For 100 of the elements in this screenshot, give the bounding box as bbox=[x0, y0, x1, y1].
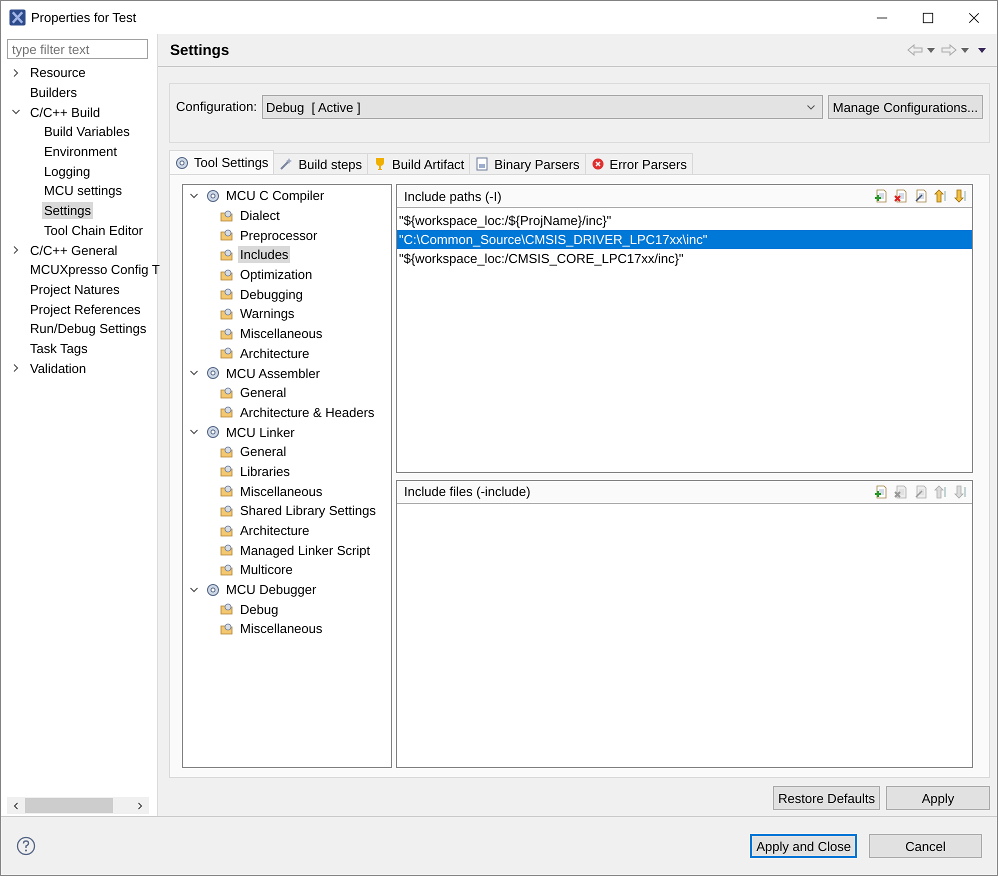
add-file-icon[interactable] bbox=[874, 484, 888, 498]
folder-gear-icon bbox=[220, 464, 234, 478]
tool-tree-item[interactable]: Dialect bbox=[238, 207, 282, 224]
nav-item[interactable]: Validation bbox=[28, 360, 88, 377]
folder-gear-icon bbox=[220, 268, 234, 282]
gear-icon bbox=[206, 425, 220, 440]
tool-tree-item[interactable]: Architecture bbox=[238, 344, 312, 362]
nav-item[interactable]: Logging bbox=[42, 162, 92, 180]
tool-tree-item[interactable]: MCU Assembler bbox=[224, 364, 322, 382]
tool-tree-item[interactable]: Multicore bbox=[238, 561, 295, 578]
help-icon[interactable] bbox=[16, 836, 36, 856]
tool-tree-item[interactable]: MCU C Compiler bbox=[224, 187, 326, 204]
folder-gear-icon bbox=[220, 543, 234, 558]
tab[interactable]: Error Parsers bbox=[584, 153, 693, 174]
move-up-icon[interactable] bbox=[934, 189, 948, 203]
folder-gear-icon bbox=[220, 228, 234, 242]
folder-gear-icon bbox=[220, 287, 234, 302]
forward-arrow-icon[interactable] bbox=[941, 44, 971, 56]
maximize-icon[interactable] bbox=[922, 12, 934, 24]
wand-icon bbox=[279, 157, 294, 171]
tool-tree-item[interactable]: MCU Debugger bbox=[224, 581, 318, 598]
nav-item[interactable]: Run/Debug Settings bbox=[28, 320, 148, 338]
dropdown-chevron-icon bbox=[806, 102, 816, 112]
tool-tree-item[interactable]: Managed Linker Script bbox=[238, 542, 372, 559]
tool-tree-item[interactable]: Debugging bbox=[238, 286, 305, 303]
manage-configurations-button[interactable]: Manage Configurations... bbox=[828, 95, 983, 119]
nav-item[interactable]: Environment bbox=[42, 143, 119, 160]
folder-gear-icon bbox=[220, 208, 234, 223]
tool-tree-item[interactable]: Debug bbox=[238, 600, 280, 618]
configuration-label: Configuration: bbox=[176, 99, 257, 114]
tool-tree-item[interactable]: Miscellaneous bbox=[238, 482, 324, 500]
nav-item[interactable]: MCUXpresso Config T bbox=[28, 261, 162, 278]
folder-gear-icon bbox=[220, 248, 234, 262]
configuration-dropdown[interactable]: Debug [ Active ] bbox=[262, 95, 823, 119]
tab[interactable]: Binary Parsers bbox=[469, 153, 586, 174]
tool-tree-item[interactable]: Shared Library Settings bbox=[238, 502, 378, 520]
tool-tree-item[interactable]: General bbox=[238, 443, 288, 460]
nav-item[interactable]: Task Tags bbox=[28, 340, 90, 357]
gear-icon bbox=[206, 188, 220, 203]
tool-tree-item[interactable]: Preprocessor bbox=[238, 226, 320, 244]
tool-tree-item[interactable]: Warnings bbox=[238, 305, 296, 322]
include-path-item[interactable]: "${workspace_loc:/${ProjName}/inc}" bbox=[397, 211, 972, 230]
nav-item[interactable]: MCU settings bbox=[42, 182, 124, 200]
edit-file-icon[interactable] bbox=[914, 189, 928, 203]
folder-gear-icon bbox=[220, 524, 234, 538]
add-file-icon[interactable] bbox=[874, 189, 888, 203]
tool-tree-item[interactable]: Architecture bbox=[238, 522, 312, 540]
folder-gear-icon bbox=[220, 622, 234, 636]
pane-title: Include paths (-I) bbox=[404, 188, 502, 204]
window-title: Properties for Test bbox=[31, 10, 136, 25]
nav-item[interactable]: Builders bbox=[28, 84, 79, 102]
app-logo-icon bbox=[9, 9, 26, 26]
scroll-left-icon[interactable] bbox=[11, 800, 21, 810]
folder-gear-icon bbox=[220, 386, 234, 400]
tool-tree-item[interactable]: Miscellaneous bbox=[238, 620, 324, 638]
apply-button[interactable]: Apply bbox=[886, 786, 990, 810]
restore-defaults-button[interactable]: Restore Defaults bbox=[773, 786, 880, 810]
tab[interactable]: Build steps bbox=[273, 153, 368, 174]
folder-gear-icon bbox=[220, 562, 234, 577]
folder-gear-icon bbox=[220, 484, 234, 498]
nav-item[interactable]: Tool Chain Editor bbox=[42, 222, 145, 239]
menu-dropdown-icon[interactable] bbox=[977, 45, 987, 55]
back-arrow-icon[interactable] bbox=[907, 44, 937, 56]
delete-file-icon[interactable] bbox=[894, 189, 908, 203]
include-path-item[interactable]: "${workspace_loc:/CMSIS_CORE_LPC17xx/inc}" bbox=[397, 249, 972, 268]
nav-item[interactable]: C/C++ General bbox=[28, 242, 120, 259]
nav-item[interactable]: C/C++ Build bbox=[28, 104, 102, 121]
page-title: Settings bbox=[170, 42, 230, 58]
scroll-right-icon[interactable] bbox=[135, 800, 145, 810]
tool-tree-item[interactable]: MCU Linker bbox=[224, 424, 297, 441]
error-icon bbox=[590, 157, 605, 171]
nav-item[interactable]: Build Variables bbox=[42, 123, 132, 140]
tool-tree-item[interactable]: Optimization bbox=[238, 266, 314, 284]
folder-gear-icon bbox=[220, 602, 234, 616]
tool-tree-item[interactable]: General bbox=[238, 384, 288, 402]
tab[interactable]: Tool Settings bbox=[169, 150, 274, 174]
horizontal-scrollbar[interactable] bbox=[7, 797, 149, 814]
tool-tree-item[interactable]: Includes bbox=[238, 246, 290, 264]
nav-item[interactable]: Resource bbox=[28, 64, 88, 82]
folder-gear-icon bbox=[220, 504, 234, 518]
gear-icon bbox=[206, 366, 220, 380]
gear-icon bbox=[206, 582, 220, 597]
cancel-button[interactable]: Cancel bbox=[869, 834, 982, 858]
gear-icon bbox=[175, 156, 189, 170]
folder-gear-icon bbox=[220, 405, 234, 420]
folder-gear-icon bbox=[220, 444, 234, 459]
tool-tree-item[interactable]: Libraries bbox=[238, 462, 292, 480]
include-path-item[interactable]: "C:\Common_Source\CMSIS_DRIVER_LPC17xx\inc" bbox=[397, 230, 972, 249]
nav-item[interactable]: Project Natures bbox=[28, 280, 122, 298]
filter-field[interactable]: type filter text bbox=[7, 39, 148, 59]
nav-item[interactable]: Project References bbox=[28, 300, 143, 318]
nav-item[interactable]: Settings bbox=[42, 202, 93, 220]
apply-and-close-button[interactable]: Apply and Close bbox=[750, 834, 857, 858]
tool-tree-item[interactable]: Miscellaneous bbox=[238, 325, 324, 342]
close-icon[interactable] bbox=[968, 12, 980, 24]
move-down-icon[interactable] bbox=[954, 189, 968, 203]
folder-gear-icon bbox=[220, 346, 234, 360]
tool-tree-item[interactable]: Architecture & Headers bbox=[238, 404, 376, 421]
folder-gear-icon bbox=[220, 306, 234, 321]
binary-file-icon bbox=[475, 157, 490, 171]
